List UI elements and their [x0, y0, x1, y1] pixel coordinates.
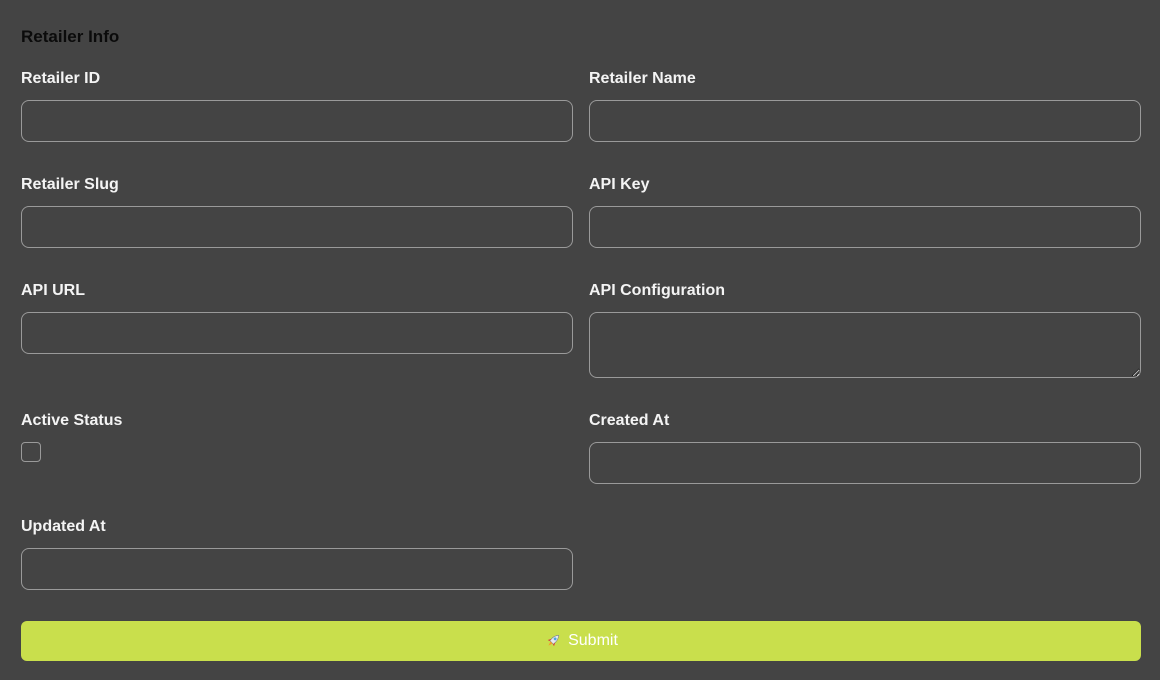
submit-button-label: Submit [568, 632, 618, 649]
retailer-name-field-group: Retailer Name [589, 69, 1141, 142]
retailer-info-form: Retailer Info Retailer ID Retailer Name … [21, 0, 1141, 680]
api-key-label: API Key [589, 176, 650, 193]
retailer-id-input[interactable] [21, 100, 573, 142]
active-status-label: Active Status [21, 412, 123, 429]
updated-at-field-group: Updated At [21, 517, 573, 590]
api-url-field-group: API URL [21, 281, 573, 354]
created-at-label: Created At [589, 412, 670, 429]
rocket-icon [544, 632, 562, 650]
updated-at-input[interactable] [21, 548, 573, 590]
api-configuration-field-group: API Configuration [589, 281, 1141, 378]
api-url-input[interactable] [21, 312, 573, 354]
api-key-field-group: API Key [589, 175, 1141, 248]
retailer-id-label: Retailer ID [21, 70, 101, 87]
active-status-field-group: Active Status [21, 411, 573, 462]
updated-at-label: Updated At [21, 518, 106, 535]
api-key-input[interactable] [589, 206, 1141, 248]
active-status-checkbox[interactable] [21, 442, 41, 462]
form-title: Retailer Info [21, 27, 120, 46]
retailer-name-label: Retailer Name [589, 70, 696, 87]
api-configuration-textarea[interactable] [589, 312, 1141, 378]
retailer-slug-field-group: Retailer Slug [21, 175, 573, 248]
submit-button[interactable]: Submit [21, 621, 1141, 661]
api-configuration-label: API Configuration [589, 282, 725, 299]
retailer-slug-input[interactable] [21, 206, 573, 248]
created-at-field-group: Created At [589, 411, 1141, 484]
retailer-name-input[interactable] [589, 100, 1141, 142]
api-url-label: API URL [21, 282, 85, 299]
created-at-input[interactable] [589, 442, 1141, 484]
retailer-slug-label: Retailer Slug [21, 176, 119, 193]
retailer-id-field-group: Retailer ID [21, 69, 573, 142]
